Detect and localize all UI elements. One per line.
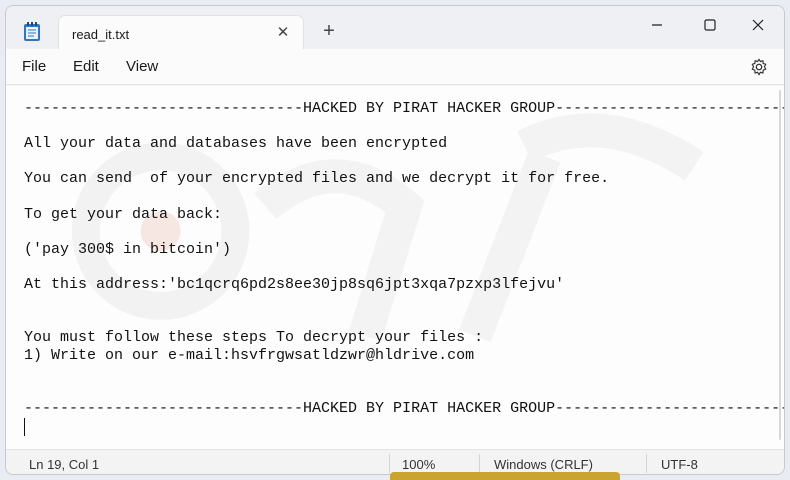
- minimize-icon: [652, 24, 662, 26]
- tab-read-it[interactable]: read_it.txt ✕: [58, 15, 304, 49]
- menu-file[interactable]: File: [22, 58, 46, 75]
- vertical-scrollbar[interactable]: [778, 90, 782, 440]
- document-line: 1) Write on our e-mail:hsvfrgwsatldzwr@h…: [24, 347, 475, 364]
- document-line: You can send of your encrypted files and…: [24, 170, 610, 187]
- document-line: ('pay 300$ in bitcoin'): [24, 241, 232, 258]
- menu-view[interactable]: View: [126, 58, 158, 75]
- close-icon: [752, 19, 764, 31]
- cursor-position: Ln 19, Col 1: [29, 457, 100, 472]
- maximize-icon: [704, 19, 716, 31]
- text-editor[interactable]: -------------------------------HACKED BY…: [6, 86, 784, 449]
- footer-separator-line: -------------------------------HACKED BY…: [24, 400, 784, 417]
- encoding[interactable]: UTF-8: [661, 457, 698, 472]
- notepad-window: read_it.txt ✕ + File Edit View ---------…: [5, 5, 785, 475]
- status-divider: [646, 454, 647, 473]
- document-line: At this address:'bc1qcrq6pd2s8ee30jp8sq6…: [24, 276, 565, 293]
- menu-bar: File Edit View: [6, 49, 784, 85]
- notepad-icon: [24, 22, 40, 41]
- close-button[interactable]: [735, 10, 781, 40]
- line-ending[interactable]: Windows (CRLF): [494, 457, 593, 472]
- minimize-button[interactable]: [634, 10, 680, 40]
- tab-close-icon[interactable]: ✕: [273, 22, 293, 42]
- tab-title: read_it.txt: [72, 27, 130, 42]
- document-line: All your data and databases have been en…: [24, 135, 448, 152]
- title-bar: read_it.txt ✕ +: [6, 6, 784, 49]
- status-divider: [389, 454, 390, 473]
- menu-edit[interactable]: Edit: [73, 58, 99, 75]
- maximize-button[interactable]: [687, 10, 733, 40]
- document-line: You must follow these steps To decrypt y…: [24, 329, 484, 346]
- gear-icon[interactable]: [750, 58, 768, 76]
- status-divider: [479, 454, 480, 473]
- zoom-level[interactable]: 100%: [402, 457, 435, 472]
- watermark-seal: [390, 472, 620, 480]
- new-tab-button[interactable]: +: [318, 20, 340, 42]
- text-caret: [24, 418, 25, 436]
- document-line: To get your data back:: [24, 206, 223, 223]
- document-text: -------------------------------HACKED BY…: [24, 100, 784, 417]
- header-separator-line: -------------------------------HACKED BY…: [24, 100, 784, 117]
